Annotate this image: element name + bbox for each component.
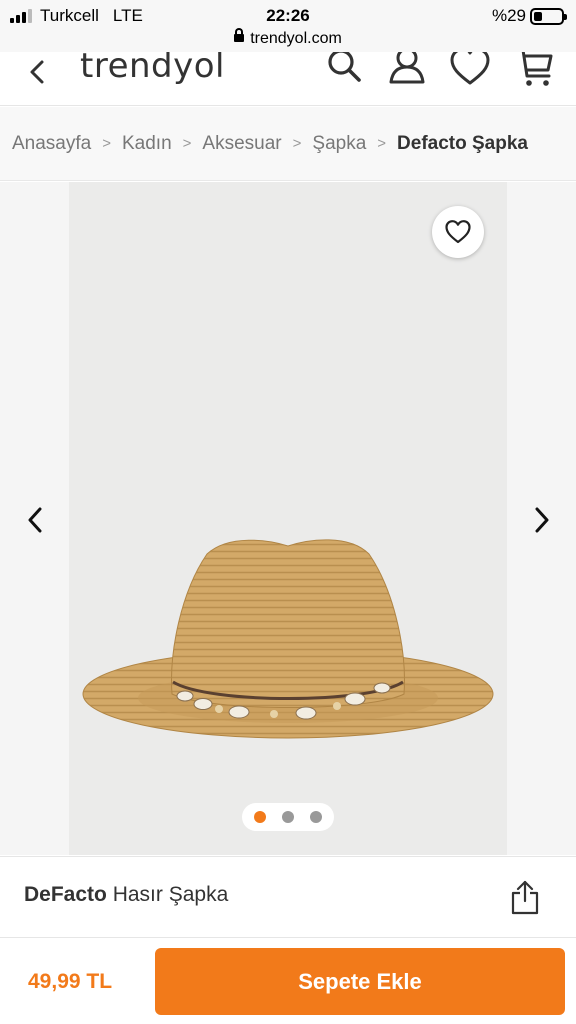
cart-icon[interactable] — [515, 52, 555, 88]
heart-icon[interactable] — [450, 52, 490, 88]
product-gallery[interactable] — [0, 182, 576, 855]
product-image[interactable] — [69, 182, 507, 855]
carousel-dot[interactable] — [254, 811, 266, 823]
breadcrumb-item-home[interactable]: Anasayfa — [12, 133, 91, 155]
user-icon[interactable] — [387, 52, 427, 88]
carousel-dot[interactable] — [282, 811, 294, 823]
chevron-right-icon: > — [102, 135, 111, 152]
product-title: DeFacto Hasır Şapka — [24, 883, 228, 907]
product-price: 49,99 TL — [28, 970, 113, 993]
url-bar[interactable]: trendyol.com — [0, 28, 576, 52]
heart-outline-icon — [445, 220, 471, 244]
favorite-button[interactable] — [432, 206, 484, 258]
share-icon[interactable] — [510, 879, 540, 915]
previous-image-arrow-icon[interactable] — [22, 504, 50, 536]
chevron-right-icon: > — [292, 135, 302, 152]
purchase-bar: 49,99 TL Sepete Ekle — [0, 938, 576, 1024]
breadcrumb-current: Defacto Şapka — [397, 132, 528, 154]
site-header: trendyol — [0, 52, 576, 106]
status-right: %29 — [491, 6, 567, 26]
breadcrumb-item-women[interactable]: Kadın — [122, 133, 172, 155]
carousel-dot[interactable] — [310, 811, 322, 823]
battery-percent: %29 — [491, 6, 526, 25]
search-icon[interactable] — [324, 52, 364, 88]
straw-hat-illustration — [82, 539, 494, 739]
back-icon[interactable] — [24, 58, 52, 86]
breadcrumb: Anasayfa > Kadın > Aksesuar > Şapka > De… — [0, 107, 576, 181]
lock-icon — [234, 28, 245, 42]
clock: 22:26 — [266, 6, 310, 25]
chevron-right-icon: > — [182, 135, 192, 152]
url-text: trendyol.com — [250, 30, 342, 47]
next-image-arrow-icon[interactable] — [527, 504, 555, 536]
breadcrumb-item-accessories[interactable]: Aksesuar — [202, 133, 281, 155]
chevron-right-icon: > — [377, 135, 387, 152]
breadcrumb-item-hats[interactable]: Şapka — [312, 133, 366, 155]
product-brand[interactable]: DeFacto — [24, 883, 107, 906]
product-title-bar: DeFacto Hasır Şapka — [0, 856, 576, 938]
status-bar: Turkcell LTE 22:26 %29 — [0, 0, 576, 32]
battery-icon — [530, 7, 567, 25]
carousel-indicator[interactable] — [242, 803, 334, 831]
trendyol-logo[interactable]: trendyol — [80, 52, 225, 86]
add-to-cart-button[interactable]: Sepete Ekle — [155, 948, 565, 1015]
battery-level — [534, 11, 542, 21]
product-name: Hasır Şapka — [112, 883, 229, 906]
